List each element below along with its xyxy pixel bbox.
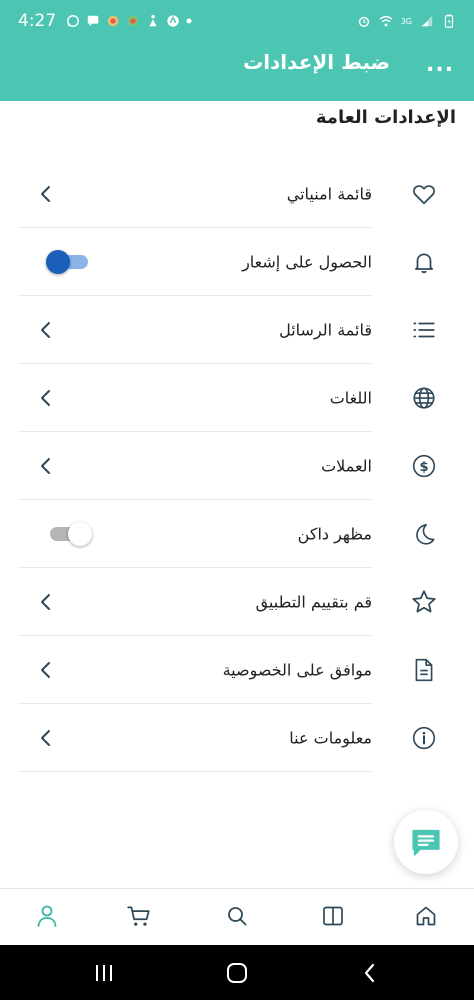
document-icon xyxy=(408,654,440,686)
settings-item-messages[interactable]: قائمة الرسائل xyxy=(18,296,456,364)
settings-item-label: قم بتقييم التطبيق xyxy=(255,592,372,612)
globe-icon xyxy=(408,382,440,414)
dot-icon xyxy=(186,18,192,24)
book-icon xyxy=(323,906,343,926)
system-home-button[interactable] xyxy=(225,962,249,984)
app-header: 4:27 3G ... ضبط الإعدادات xyxy=(0,0,474,101)
home-circle-icon xyxy=(227,963,247,983)
signal-icon xyxy=(421,15,433,27)
svg-text:$: $ xyxy=(419,460,428,475)
app-icon xyxy=(127,15,139,27)
bottom-navigation xyxy=(0,888,474,945)
star-icon xyxy=(408,586,440,618)
page-title: ضبط الإعدادات xyxy=(243,50,390,74)
settings-item-label: قائمة الرسائل xyxy=(279,320,372,340)
section-title: الإعدادات العامة xyxy=(315,107,456,128)
chat-fab-button[interactable] xyxy=(394,810,458,874)
chat-icon xyxy=(412,829,440,856)
whatsapp-icon xyxy=(67,15,80,27)
more-options-button[interactable]: ... xyxy=(426,54,458,84)
recents-icon xyxy=(96,965,112,981)
chevron-left-icon xyxy=(41,322,50,338)
profile-icon xyxy=(37,905,57,927)
recents-button[interactable] xyxy=(92,962,116,984)
settings-item-about[interactable]: معلومات عنا xyxy=(18,704,456,772)
settings-item-notifications: الحصول على إشعار xyxy=(18,228,456,296)
system-back-button[interactable] xyxy=(358,962,382,984)
status-bar: 4:27 3G xyxy=(0,0,474,42)
toggle-thumb xyxy=(46,250,70,274)
cart-icon xyxy=(127,906,150,926)
wifi-icon xyxy=(379,15,393,27)
info-icon xyxy=(408,722,440,754)
list-icon xyxy=(408,314,440,346)
nav-cart-button[interactable] xyxy=(126,903,152,929)
settings-item-label: اللغات xyxy=(329,388,372,408)
settings-item-dark-mode: مظهر داكن xyxy=(18,500,456,568)
heart-icon xyxy=(408,178,440,210)
settings-item-label: قائمة امنياتي xyxy=(286,184,372,204)
status-time: 4:27 xyxy=(18,11,57,31)
chevron-left-icon xyxy=(41,390,50,406)
settings-item-label: العملات xyxy=(321,456,372,476)
nav-search-button[interactable] xyxy=(224,903,250,929)
settings-item-label: موافق على الخصوصية xyxy=(222,660,372,680)
back-icon xyxy=(364,963,375,983)
message-icon xyxy=(87,15,99,27)
search-icon xyxy=(228,907,247,926)
bell-icon xyxy=(408,246,440,278)
settings-item-label: معلومات عنا xyxy=(289,728,372,748)
accessibility-icon xyxy=(149,14,157,27)
title-bar: ... ضبط الإعدادات xyxy=(0,42,474,101)
system-navigation-bar xyxy=(0,945,474,1000)
chevron-left-icon xyxy=(41,594,50,610)
settings-item-languages[interactable]: اللغات xyxy=(18,364,456,432)
chevron-left-icon xyxy=(41,186,50,202)
divider xyxy=(18,771,372,772)
nav-book-button[interactable] xyxy=(320,903,346,929)
settings-item-rate-app[interactable]: قم بتقييم التطبيق xyxy=(18,568,456,636)
settings-item-label: الحصول على إشعار xyxy=(242,252,372,272)
notifications-toggle[interactable] xyxy=(46,250,92,274)
home-icon xyxy=(416,906,436,926)
chevron-left-icon xyxy=(41,730,50,746)
nav-home-button[interactable] xyxy=(413,903,439,929)
battery-icon xyxy=(444,14,454,28)
settings-item-label: مظهر داكن xyxy=(297,524,372,544)
alarm-icon xyxy=(358,16,369,27)
network-label: 3G xyxy=(400,16,412,26)
app-icon xyxy=(107,15,119,27)
toggle-thumb xyxy=(68,522,92,546)
chevron-left-icon xyxy=(41,458,50,474)
settings-item-currencies[interactable]: العملات $ xyxy=(18,432,456,500)
moon-icon xyxy=(408,518,440,550)
chevron-left-icon xyxy=(41,662,50,678)
settings-item-wishlist[interactable]: قائمة امنياتي xyxy=(18,160,456,228)
dark-mode-toggle[interactable] xyxy=(46,522,92,546)
app-icon xyxy=(167,15,179,27)
dollar-icon: $ xyxy=(408,450,440,482)
settings-item-privacy[interactable]: موافق على الخصوصية xyxy=(18,636,456,704)
nav-profile-button[interactable] xyxy=(34,903,60,929)
